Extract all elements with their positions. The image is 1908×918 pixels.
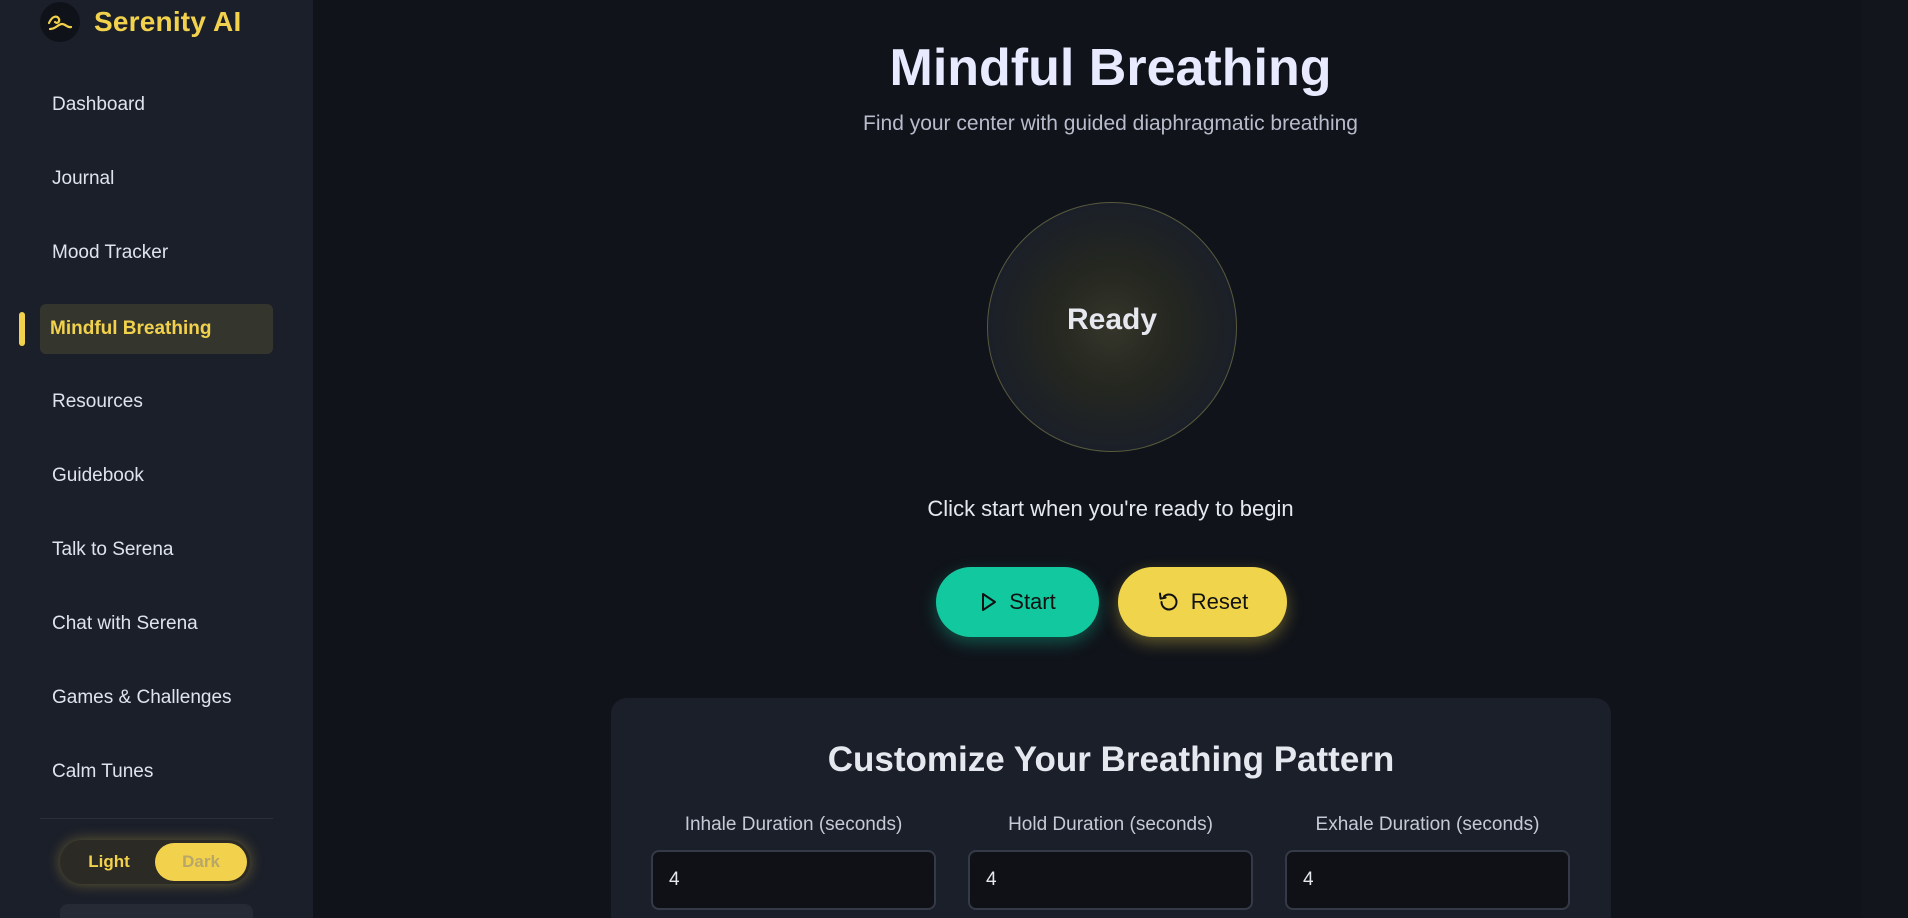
reset-button-label: Reset (1190, 589, 1249, 614)
sidebar-item-label: Dashboard (52, 94, 145, 115)
page-title: Mindful Breathing (889, 39, 1332, 97)
breathing-status: Ready (1066, 303, 1158, 336)
inhale-label: Inhale Duration (seconds) (684, 814, 903, 835)
sidebar-item-calm-tunes[interactable]: Calm Tunes (40, 747, 273, 797)
sidebar-item-journal[interactable]: Journal (40, 154, 273, 204)
hold-duration-input[interactable] (968, 850, 1253, 910)
wave-logo-icon (40, 2, 80, 42)
instruction-text: Click start when you're ready to begin (927, 496, 1294, 521)
brand-name: Serenity AI (94, 6, 242, 37)
exhale-label: Exhale Duration (seconds) (1315, 814, 1540, 835)
sidebar-item-label: Mindful Breathing (50, 318, 212, 339)
theme-dark-option[interactable]: Dark (155, 843, 247, 881)
sidebar-item-label: Journal (52, 168, 115, 189)
play-icon (979, 591, 999, 613)
page-gutter (1862, 0, 1908, 918)
sidebar: Serenity AI Dashboard Journal Mood Track… (0, 0, 313, 918)
sidebar-item-label: Calm Tunes (52, 761, 154, 782)
exhale-duration-input[interactable] (1285, 850, 1570, 910)
breathing-pattern-panel: Customize Your Breathing Pattern Inhale … (611, 698, 1611, 918)
active-indicator (19, 312, 25, 346)
sidebar-item-games-challenges[interactable]: Games & Challenges (40, 673, 273, 723)
sidebar-item-mindful-breathing[interactable]: Mindful Breathing (40, 304, 273, 354)
breathing-circle: Ready (987, 202, 1237, 452)
start-button[interactable]: Start (936, 567, 1099, 637)
sidebar-item-chat-with-serena[interactable]: Chat with Serena (40, 599, 273, 649)
sidebar-item-label: Resources (52, 391, 143, 412)
page-subtitle: Find your center with guided diaphragmat… (863, 112, 1358, 135)
sidebar-item-label: Talk to Serena (52, 539, 174, 560)
sidebar-item-resources[interactable]: Resources (40, 377, 273, 427)
theme-light-option[interactable]: Light (63, 843, 155, 881)
sidebar-item-talk-to-serena[interactable]: Talk to Serena (40, 525, 273, 575)
panel-title: Customize Your Breathing Pattern (827, 740, 1395, 779)
inhale-duration-input[interactable] (651, 850, 936, 910)
sidebar-footer-card (60, 904, 253, 918)
sidebar-item-guidebook[interactable]: Guidebook (40, 451, 273, 501)
brand[interactable]: Serenity AI (40, 2, 241, 42)
start-button-label: Start (1009, 589, 1056, 614)
theme-toggle[interactable]: Light Dark (60, 840, 250, 884)
sidebar-item-label: Games & Challenges (52, 687, 232, 708)
sidebar-item-mood-tracker[interactable]: Mood Tracker (40, 228, 273, 278)
sidebar-item-label: Chat with Serena (52, 613, 198, 634)
sidebar-item-dashboard[interactable]: Dashboard (40, 80, 273, 130)
hold-label: Hold Duration (seconds) (1008, 814, 1213, 835)
rotate-ccw-icon (1157, 590, 1181, 614)
sidebar-item-label: Guidebook (52, 465, 144, 486)
reset-button[interactable]: Reset (1118, 567, 1287, 637)
sidebar-item-label: Mood Tracker (52, 242, 169, 263)
sidebar-divider (40, 818, 273, 819)
